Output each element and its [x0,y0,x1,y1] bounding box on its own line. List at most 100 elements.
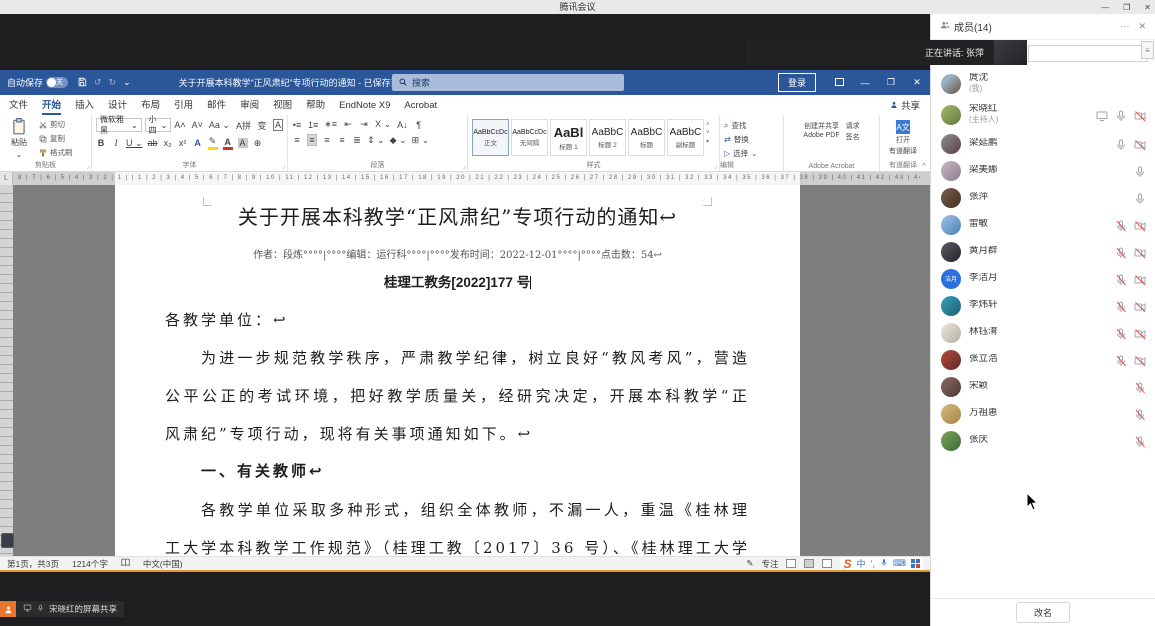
member-row[interactable]: 李炜轩 [931,292,1155,319]
menu-tab[interactable]: 插入 [68,94,101,115]
vertical-ruler[interactable] [0,185,13,556]
font-dialog-launcher[interactable]: ⌟ [282,163,285,170]
document-page[interactable]: 关于开展本科教学“正风肃纪”专项行动的通知↩ 作者：段炼°°°°|°°°°编辑：… [115,185,800,556]
paragraph-tool-button[interactable]: ∗≡ [324,119,337,130]
format-painter-button[interactable]: 格式刷 [39,147,73,158]
font-format-button[interactable]: ab [148,138,158,148]
panel-close-button[interactable]: ✕ [1138,21,1146,32]
menu-tab[interactable]: 布局 [134,94,167,115]
paste-dropdown-icon[interactable]: ⌄ [16,150,23,159]
editing-menu-item[interactable]: ⌕ 查找 [724,120,779,131]
sogou-toolbox-icon[interactable] [911,559,920,568]
language-indicator[interactable]: 中文(中国) [143,558,183,570]
member-row[interactable]: 洁月 李洁月 [931,265,1155,292]
member-row[interactable]: 宋颖 [931,373,1155,400]
word-count[interactable]: 1214个字 [72,558,108,570]
font-name-select[interactable]: 微软雅黑⌄ [96,118,142,132]
clipboard-dialog-launcher[interactable]: ⌟ [86,163,89,170]
os-minimize-button[interactable]: — [1101,3,1109,12]
menu-tab[interactable]: 邮件 [200,94,233,115]
style-card[interactable]: AaBbCcDc 无间隔 [511,119,548,156]
font-format-button[interactable]: x₂ [163,138,173,148]
member-row[interactable]: 张萍 [931,184,1155,211]
voice-input-icon[interactable] [880,558,888,569]
font-format-button[interactable]: A [193,138,203,148]
font-size-select[interactable]: 小四⌄ [145,118,172,132]
member-row[interactable]: 黄月群 [931,238,1155,265]
font-tool-button[interactable]: 变 [257,119,267,132]
menu-tab[interactable]: 帮助 [299,94,332,115]
styles-scroll-down-icon[interactable]: ˅ [706,130,710,136]
adobe-button[interactable]: 请求 签名 [846,120,860,159]
punctuation-icon[interactable]: ’, [871,559,876,569]
menu-tab[interactable]: EndNote X9 [332,97,397,115]
ribbon-display-options-icon[interactable] [826,78,852,88]
font-format-button[interactable]: ✎ [208,136,218,150]
styles-dialog-launcher[interactable]: ⌟ [714,163,717,170]
paragraph-format-button[interactable]: ≡ [292,135,302,145]
styles-more-icon[interactable]: ▾ [706,138,710,145]
paragraph-dialog-launcher[interactable]: ⌟ [462,163,465,170]
member-row[interactable]: 张立浩 [931,346,1155,373]
paragraph-format-button[interactable]: ≡ [322,135,332,145]
word-close-button[interactable]: ✕ [904,77,930,88]
proofing-icon[interactable] [121,558,130,569]
font-format-button[interactable]: I [111,138,121,148]
search-input[interactable] [412,78,592,88]
styles-scroll-up-icon[interactable]: ˄ [706,122,710,128]
font-tool-button[interactable]: Aa ⌄ [209,120,230,131]
sogou-logo-icon[interactable]: S [843,557,851,571]
member-row[interactable]: 张庆 [931,427,1155,454]
font-format-button[interactable]: x² [178,138,188,148]
cut-button[interactable]: 剪切 [39,119,73,130]
member-row[interactable]: 梁美娜 [931,157,1155,184]
paragraph-tool-button[interactable]: 1≡ [308,120,318,130]
adobe-button[interactable]: 创建并共享 Adobe PDF [803,120,839,159]
paragraph-tool-button[interactable]: A↓ [397,120,408,130]
autosave-switch[interactable]: 关 [46,77,68,88]
menu-tab[interactable]: 开始 [35,94,68,115]
font-format-button[interactable]: U ⌄ [126,138,143,149]
paragraph-format-button[interactable]: ≡ [307,134,317,146]
word-minimize-button[interactable]: — [852,78,878,88]
tab-selector[interactable]: L [0,172,13,185]
sogou-float-icon[interactable] [1,533,14,548]
member-row[interactable]: 雷敏 [931,211,1155,238]
word-restore-button[interactable]: ❐ [878,77,904,88]
member-search-input[interactable] [1028,45,1148,62]
word-search-box[interactable] [392,74,624,91]
style-card[interactable]: AaBbC 标题 [628,119,665,156]
paragraph-format-button[interactable]: ⇕ ⌄ [367,135,385,146]
os-close-button[interactable]: ✕ [1144,3,1151,12]
paste-button[interactable]: 粘贴 ⌄ [4,118,34,159]
font-tool-button[interactable]: A˅ [192,120,203,130]
font-format-button[interactable]: ⊕ [253,138,263,149]
font-tool-button[interactable]: A˄ [174,120,185,130]
member-row[interactable]: 林钰淯 [931,319,1155,346]
autosave-toggle[interactable]: 自动保存 关 [7,76,68,89]
style-card[interactable]: AaBl 标题 1 [550,119,587,156]
read-mode-icon[interactable] [786,559,796,568]
web-layout-icon[interactable] [822,559,832,568]
soft-keyboard-icon[interactable]: ⌨ [893,558,906,569]
paragraph-tool-button[interactable]: •≡ [292,120,302,130]
paragraph-tool-button[interactable]: ⇥ [359,119,369,130]
menu-tab[interactable]: 设计 [101,94,134,115]
paragraph-tool-button[interactable]: ¶ [414,120,424,130]
paragraph-format-button[interactable]: ◆ ⌄ [390,135,407,146]
style-card[interactable]: AaBbC 标题 2 [589,119,626,156]
youdao-translate-button[interactable]: A文 打开 有道翻译 [889,120,917,159]
rename-button[interactable]: 改名 [1016,602,1070,623]
font-format-button[interactable]: B [96,138,106,148]
member-row[interactable]: 宋晓红 (主持人) [931,99,1155,130]
print-layout-icon[interactable] [804,559,814,568]
panel-handle[interactable]: ≡ [1141,41,1154,59]
share-button[interactable]: 共享 [890,98,920,115]
editing-menu-item[interactable]: ⇄ 替换 [724,134,779,145]
menu-tab[interactable]: 审阅 [233,94,266,115]
panel-more-button[interactable]: ··· [1120,21,1129,32]
login-button[interactable]: 登录 [778,73,816,92]
style-card[interactable]: AaBbC 副标题 [667,119,704,156]
style-card[interactable]: AaBbCcDc 正文 [472,119,509,156]
undo-icon[interactable]: ↺ [94,77,102,88]
